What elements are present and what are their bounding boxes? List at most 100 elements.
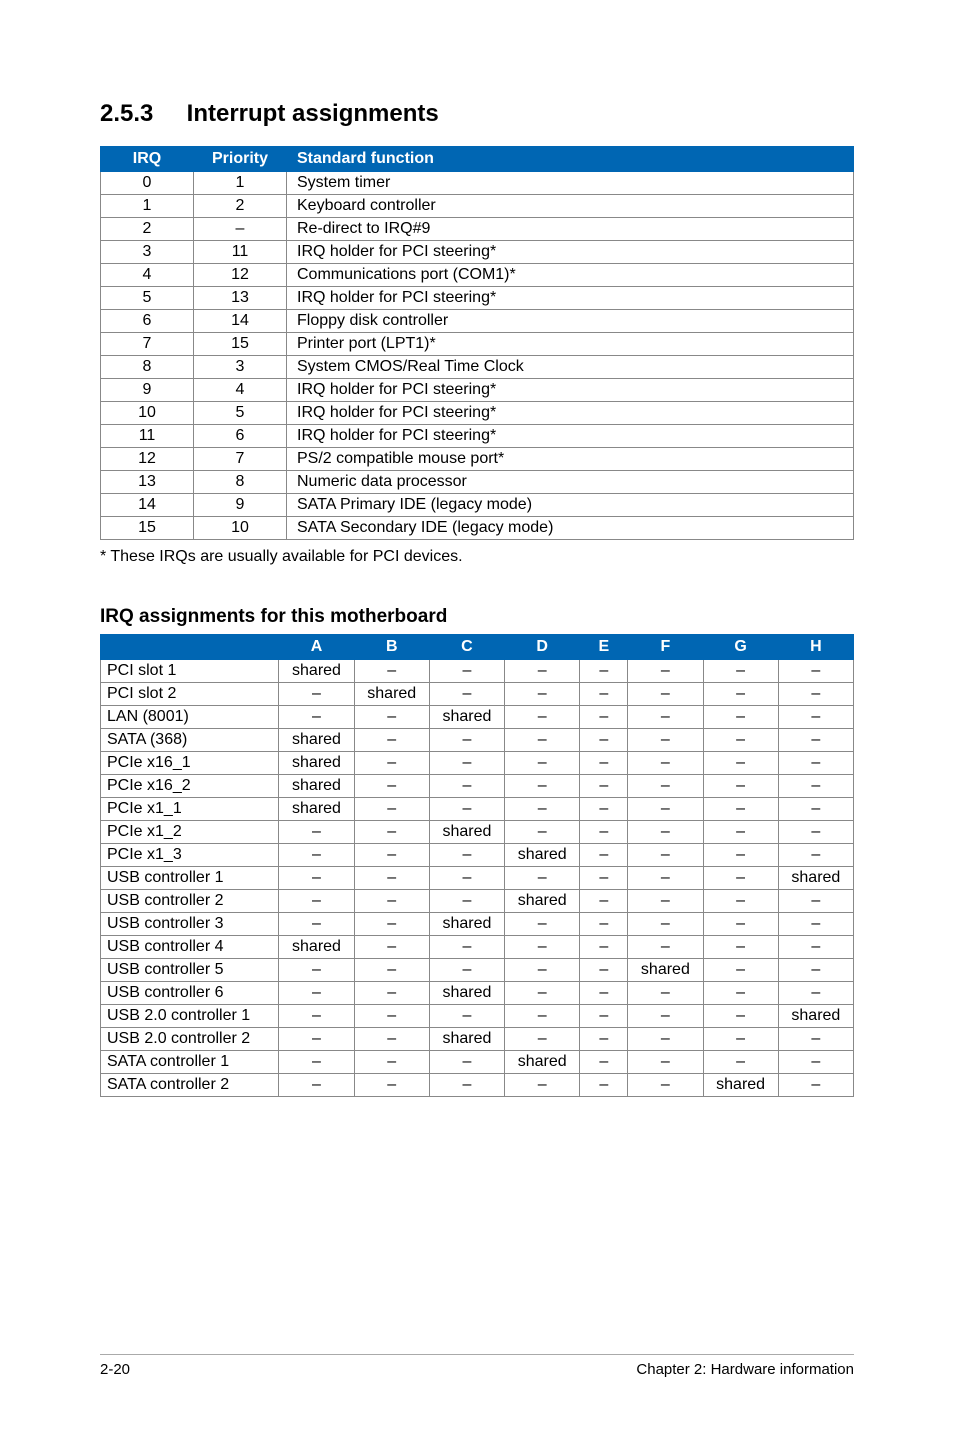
table-cell: – (354, 821, 429, 844)
table-cell: – (279, 1051, 354, 1074)
table-cell: Communications port (COM1)* (287, 264, 854, 287)
table-cell: – (628, 1005, 703, 1028)
table-cell: – (279, 890, 354, 913)
table-cell: 2 (101, 218, 194, 241)
table-cell: – (505, 982, 580, 1005)
table-cell: SATA Primary IDE (legacy mode) (287, 494, 854, 517)
section-title-text: Interrupt assignments (187, 100, 439, 127)
table-cell: – (778, 913, 853, 936)
mb-row-label: USB controller 1 (101, 867, 279, 890)
irq-header-irq: IRQ (101, 147, 194, 172)
table-cell: – (354, 844, 429, 867)
table-row: 116IRQ holder for PCI steering* (101, 425, 854, 448)
motherboard-irq-table: ABCDEFGH PCI slot 1shared–––––––PCI slot… (100, 634, 854, 1097)
table-cell: – (628, 775, 703, 798)
table-cell: – (628, 729, 703, 752)
table-cell: shared (279, 798, 354, 821)
table-row: USB controller 1–––––––shared (101, 867, 854, 890)
mb-row-label: PCIe x16_2 (101, 775, 279, 798)
table-cell: – (628, 821, 703, 844)
table-cell: System CMOS/Real Time Clock (287, 356, 854, 379)
table-cell: – (354, 913, 429, 936)
table-cell: Floppy disk controller (287, 310, 854, 333)
table-cell: – (580, 1005, 628, 1028)
table-cell: shared (429, 913, 504, 936)
table-cell: 5 (194, 402, 287, 425)
table-cell: shared (778, 867, 853, 890)
table-cell: – (628, 890, 703, 913)
table-cell: 2 (194, 195, 287, 218)
table-cell: 9 (194, 494, 287, 517)
table-row: 138Numeric data processor (101, 471, 854, 494)
table-cell: – (354, 1028, 429, 1051)
table-cell: – (505, 775, 580, 798)
irq-footnote: * These IRQs are usually available for P… (100, 548, 854, 566)
table-cell: 11 (101, 425, 194, 448)
table-cell: – (354, 729, 429, 752)
table-cell: IRQ holder for PCI steering* (287, 241, 854, 264)
table-cell: – (628, 936, 703, 959)
mb-col-header: F (628, 635, 703, 660)
table-row: 94IRQ holder for PCI steering* (101, 379, 854, 402)
table-row: PCIe x16_2shared––––––– (101, 775, 854, 798)
table-cell: – (703, 798, 778, 821)
mb-col-header: G (703, 635, 778, 660)
irq-header-func: Standard function (287, 147, 854, 172)
table-cell: 15 (194, 333, 287, 356)
table-cell: – (580, 1074, 628, 1097)
mb-row-label: USB controller 2 (101, 890, 279, 913)
mb-col-header: E (580, 635, 628, 660)
table-cell: – (429, 890, 504, 913)
page-footer: 2-20 Chapter 2: Hardware information (100, 1354, 854, 1378)
table-cell: – (429, 1074, 504, 1097)
table-cell: 8 (194, 471, 287, 494)
table-cell: shared (505, 890, 580, 913)
table-cell: – (279, 1005, 354, 1028)
table-cell: 3 (194, 356, 287, 379)
table-cell: – (703, 1005, 778, 1028)
table-cell: 12 (194, 264, 287, 287)
table-cell: – (505, 867, 580, 890)
table-row: PCIe x1_1shared––––––– (101, 798, 854, 821)
table-cell: – (628, 867, 703, 890)
table-cell: – (505, 936, 580, 959)
table-row: 149SATA Primary IDE (legacy mode) (101, 494, 854, 517)
table-cell: – (354, 1051, 429, 1074)
table-cell: IRQ holder for PCI steering* (287, 425, 854, 448)
table-cell: 12 (101, 448, 194, 471)
footer-chapter: Chapter 2: Hardware information (636, 1361, 854, 1378)
table-cell: IRQ holder for PCI steering* (287, 402, 854, 425)
table-cell: PS/2 compatible mouse port* (287, 448, 854, 471)
table-cell: – (703, 821, 778, 844)
table-cell: – (628, 1028, 703, 1051)
table-row: USB controller 3––shared––––– (101, 913, 854, 936)
table-row: SATA controller 1–––shared–––– (101, 1051, 854, 1074)
table-cell: shared (279, 729, 354, 752)
table-cell: – (429, 959, 504, 982)
mb-header-blank (101, 635, 279, 660)
table-cell: 4 (101, 264, 194, 287)
table-cell: – (429, 844, 504, 867)
table-cell: – (194, 218, 287, 241)
mb-col-header: B (354, 635, 429, 660)
table-row: SATA controller 2––––––shared– (101, 1074, 854, 1097)
table-cell: – (703, 683, 778, 706)
table-cell: shared (279, 752, 354, 775)
table-cell: – (778, 1051, 853, 1074)
table-cell: – (505, 913, 580, 936)
table-row: 715Printer port (LPT1)* (101, 333, 854, 356)
table-cell: Keyboard controller (287, 195, 854, 218)
table-cell: – (505, 798, 580, 821)
table-cell: shared (703, 1074, 778, 1097)
table-cell: Re-direct to IRQ#9 (287, 218, 854, 241)
table-cell: – (580, 867, 628, 890)
table-cell: shared (778, 1005, 853, 1028)
table-row: PCI slot 1shared––––––– (101, 660, 854, 683)
table-cell: 10 (101, 402, 194, 425)
mb-col-header: H (778, 635, 853, 660)
table-cell: shared (429, 1028, 504, 1051)
table-cell: – (580, 913, 628, 936)
table-cell: – (279, 982, 354, 1005)
table-cell: – (580, 683, 628, 706)
table-cell: – (778, 982, 853, 1005)
